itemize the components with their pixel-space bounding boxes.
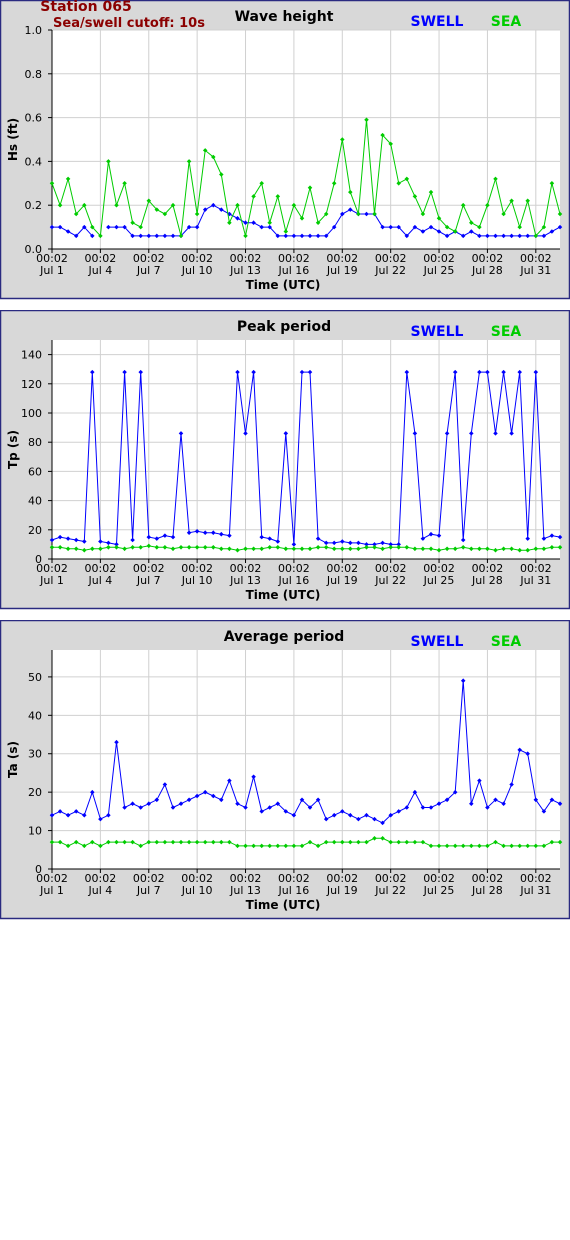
station-name: Station 065	[40, 0, 132, 15]
wave-height-panel: 0.0 0.2 0.4 0.6 0.8 1.0 00:02 Jul 1 00:02 Jul 4 00…	[0, 0, 570, 300]
x-tick-date: Jul 1	[39, 574, 64, 587]
x-tick-date: Jul 4	[87, 574, 112, 587]
chart-title: Peak period	[237, 319, 331, 335]
x-tick-date: Jul 10	[181, 884, 213, 897]
y-tick-label: 30	[28, 748, 42, 761]
x-tick-date: Jul 22	[374, 264, 406, 277]
x-tick-date: Jul 1	[39, 884, 64, 897]
y-axis-label: Tp (s)	[6, 430, 20, 469]
average-period-chart: 0102030405000:02Jul 100:02Jul 400:02Jul …	[0, 620, 570, 920]
legend-sea: SEA	[491, 14, 522, 30]
x-tick-date: Jul 19	[326, 574, 358, 587]
x-axis-label: Time (UTC)	[246, 898, 321, 912]
x-tick-date: Jul 16	[278, 264, 310, 277]
x-tick-date: Jul 25	[423, 884, 455, 897]
y-axis-label: Ta (s)	[6, 741, 20, 778]
x-tick-date: Jul 10	[181, 574, 213, 587]
y-tick-label: 0.2	[25, 199, 43, 212]
legend-sea: SEA	[491, 324, 522, 340]
x-tick-date: Jul 25	[423, 574, 455, 587]
legend-swell: SWELL	[411, 634, 464, 650]
x-tick-date: Jul 4	[87, 264, 112, 277]
y-tick-label: 0.8	[25, 68, 43, 81]
x-axis-label: Time (UTC)	[246, 588, 321, 602]
x-tick-date: Jul 19	[326, 264, 358, 277]
y-tick-label: 140	[21, 349, 42, 362]
y-tick-label: 0.4	[25, 155, 43, 168]
y-tick-label: 40	[28, 495, 42, 508]
average-period-panel: 0 10 20 30 40 50 00:02 Jul 1 00:02 Jul 4 00:02 Jul …	[0, 620, 570, 920]
x-tick-date: Jul 28	[471, 574, 503, 587]
y-tick-label: 50	[28, 671, 42, 684]
y-tick-label: 20	[28, 524, 42, 537]
x-tick-date: Jul 13	[229, 264, 261, 277]
x-tick-date: Jul 16	[278, 884, 310, 897]
legend-swell: SWELL	[411, 324, 464, 340]
x-tick-date: Jul 1	[39, 264, 64, 277]
y-axis-label: Hs (ft)	[6, 118, 20, 161]
x-axis-label: Time (UTC)	[246, 278, 321, 292]
x-tick-date: Jul 28	[471, 264, 503, 277]
x-tick-date: Jul 31	[519, 574, 551, 587]
y-tick-label: 60	[28, 465, 42, 478]
y-tick-label: 20	[28, 786, 42, 799]
x-tick-date: Jul 10	[181, 264, 213, 277]
x-tick-date: Jul 7	[136, 264, 161, 277]
wave-height-chart: 0.00.20.40.60.81.000:02Jul 100:02Jul 400…	[0, 0, 570, 300]
y-tick-label: 100	[21, 407, 42, 420]
station-cutoff: Sea/swell cutoff: 10s	[53, 16, 205, 31]
legend-sea: SEA	[491, 634, 522, 650]
x-tick-date: Jul 13	[229, 574, 261, 587]
plot-area	[52, 650, 560, 869]
x-tick-date: Jul 7	[136, 574, 161, 587]
x-tick-date: Jul 22	[374, 574, 406, 587]
y-tick-label: 10	[28, 825, 42, 838]
x-tick-date: Jul 22	[374, 884, 406, 897]
x-tick-date: Jul 19	[326, 884, 358, 897]
chart-title: Average period	[224, 629, 345, 645]
y-tick-label: 80	[28, 436, 42, 449]
x-tick-date: Jul 13	[229, 884, 261, 897]
y-tick-label: 0.6	[25, 112, 43, 125]
y-tick-label: 120	[21, 378, 42, 391]
peak-period-panel: 0 20 40 60 80 100 120 140 00:02 Jul 1 00:02 Jul 4 00…	[0, 310, 570, 610]
peak-period-chart: 02040608010012014000:02Jul 100:02Jul 400…	[0, 310, 570, 610]
x-tick-date: Jul 7	[136, 884, 161, 897]
x-tick-date: Jul 16	[278, 574, 310, 587]
x-tick-date: Jul 31	[519, 264, 551, 277]
x-tick-date: Jul 28	[471, 884, 503, 897]
x-tick-date: Jul 25	[423, 264, 455, 277]
x-tick-date: Jul 31	[519, 884, 551, 897]
y-tick-label: 40	[28, 709, 42, 722]
legend-swell: SWELL	[411, 14, 464, 30]
x-tick-date: Jul 4	[87, 884, 112, 897]
